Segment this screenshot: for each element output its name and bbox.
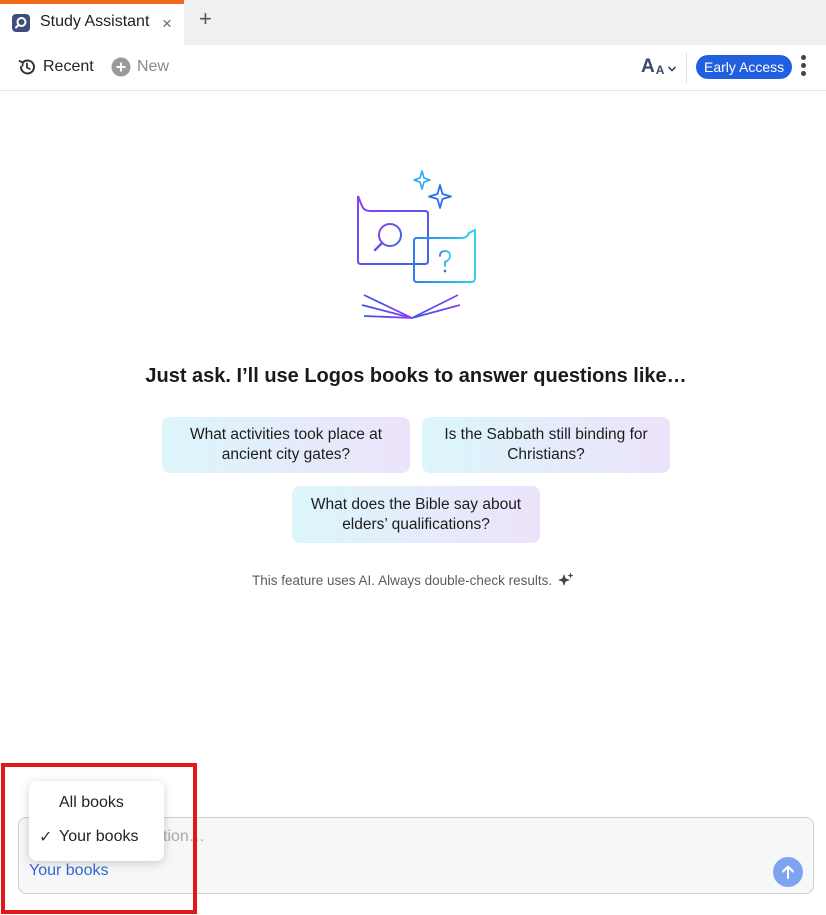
font-size-icon-small: A <box>655 63 665 77</box>
new-button[interactable]: New <box>111 57 169 77</box>
menu-item-your-books[interactable]: ✓ Your books <box>29 824 164 854</box>
input-placeholder: tion… <box>163 828 205 845</box>
font-size-button[interactable]: A A <box>641 57 677 77</box>
book-scope-menu: All books ✓ Your books <box>29 781 164 861</box>
menu-item-label: Your books <box>59 828 139 845</box>
new-label: New <box>137 58 170 75</box>
study-chat-illustration <box>357 170 476 319</box>
recent-button[interactable]: Recent <box>17 57 94 77</box>
menu-item-all-books[interactable]: All books <box>29 790 164 820</box>
font-size-icon-large: A <box>641 56 655 77</box>
menu-item-label: All books <box>59 794 124 811</box>
toolbar-divider <box>686 53 687 83</box>
tab-title: Study Assistant <box>40 13 150 30</box>
suggestion-chip[interactable]: What activities took place at ancient ci… <box>162 417 410 473</box>
early-access-badge[interactable]: Early Access <box>696 55 793 79</box>
disclaimer-text: This feature uses AI. Always double-chec… <box>252 572 553 588</box>
sparkle-icon <box>558 572 574 586</box>
plus-circle-icon <box>111 57 131 77</box>
logos-search-icon <box>12 14 30 32</box>
ai-disclaimer: This feature uses AI. Always double-chec… <box>252 572 574 588</box>
arrow-up-icon <box>782 865 794 879</box>
add-tab-icon[interactable]: + <box>199 8 212 30</box>
send-button[interactable] <box>773 857 803 887</box>
page-headline: Just ask. I’ll use Logos books to answer… <box>145 365 687 387</box>
toolbar: Recent New A A Early Access <box>0 45 826 91</box>
chevron-down-icon <box>668 66 677 72</box>
history-icon <box>18 59 35 75</box>
book-scope-selector[interactable]: Your books <box>29 862 108 880</box>
tab-strip: Study Assistant × + <box>0 0 826 45</box>
suggestion-chip[interactable]: Is the Sabbath still binding for Christi… <box>422 417 670 473</box>
close-icon[interactable]: × <box>162 14 172 34</box>
checkmark-icon: ✓ <box>39 829 53 846</box>
recent-label: Recent <box>43 58 94 75</box>
tab-study-assistant[interactable]: Study Assistant × <box>0 0 184 45</box>
suggestion-chip[interactable]: What does the Bible say about elders’ qu… <box>292 486 540 543</box>
more-options-icon[interactable] <box>796 55 810 79</box>
